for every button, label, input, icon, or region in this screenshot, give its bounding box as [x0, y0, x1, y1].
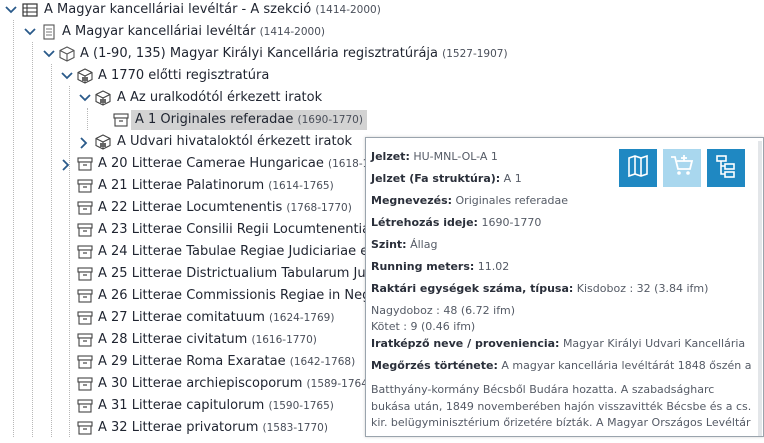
field-raktari-line3: Kötet : 9 (0.46 ifm) — [371, 320, 476, 333]
field-running-meters: Running meters: 11.02 — [371, 260, 510, 273]
map-book-button[interactable] — [619, 149, 657, 187]
tree-node-label: A 24 Litterae Tabulae Regiae Judiciariae… — [98, 244, 369, 259]
box-stack-icon — [77, 68, 93, 84]
archive-box-icon — [77, 310, 93, 326]
popup-scrollbar-thumb[interactable] — [758, 141, 762, 436]
field-iratkepzo: Iratképző neve / proveniencia: Magyar Ki… — [371, 337, 746, 350]
tree-guide-line — [51, 64, 52, 437]
field-letrehozas: Létrehozás ideje: 1690-1770 — [371, 216, 542, 229]
box-stack-icon — [95, 134, 111, 150]
tree-node-label: A 1 Originales referadae (1690-1770) — [131, 110, 367, 130]
field-szint: Szint: Állag — [371, 238, 438, 251]
chevron-down-icon[interactable] — [4, 0, 18, 20]
field-megnevezes: Megnevezés: Originales referadae — [371, 194, 568, 207]
document-icon — [41, 24, 57, 40]
detail-popup: Jelzet: HU-MNL-OL-A 1 Jelzet (Fa struktú… — [365, 137, 764, 437]
tree-node-label: A 1770 előtti regisztratúra — [98, 68, 270, 83]
archive-box-icon — [77, 178, 93, 194]
archive-box-icon — [77, 288, 93, 304]
archive-box-icon — [77, 420, 93, 436]
archive-box-icon — [77, 200, 93, 216]
archive-box-icon — [77, 332, 93, 348]
field-megorzes: Megőrzés története: A magyar kancellária… — [371, 359, 752, 372]
add-to-cart-icon — [669, 154, 695, 182]
chevron-down-icon[interactable] — [60, 66, 74, 86]
tree-node-label: A 26 Litterae Commissionis Regiae in Neg — [98, 288, 371, 303]
chevron-down-icon[interactable] — [78, 88, 92, 108]
chevron-down-icon[interactable] — [42, 44, 56, 64]
archive-box-icon — [77, 376, 93, 392]
tree-node-label: A Udvari hivataloktól érkezett iratok — [117, 134, 353, 149]
tree-node-label: A Magyar kancelláriai levéltár - A szekc… — [44, 2, 381, 17]
field-megorzes-line2: Batthyány-kormány Bécsből Budára hozatta… — [371, 383, 715, 396]
field-jelzet: Jelzet: HU-MNL-OL-A 1 — [371, 150, 498, 163]
archive-box-icon — [77, 156, 93, 172]
field-raktari-line2: Nagydoboz : 48 (6.72 ifm) — [371, 304, 516, 317]
table-list-icon — [22, 2, 38, 18]
tree-structure-button[interactable] — [707, 149, 745, 187]
tree-node-label: A 23 Litterae Consilii Regii Locumtenent… — [98, 222, 371, 237]
tree-node-label: A 27 Litterae comitatuum (1624-1769) — [98, 310, 335, 325]
tree-node-label: A (1-90, 135) Magyar Királyi Kancellária… — [80, 46, 508, 61]
tree-node-label: A Magyar kancelláriai levéltár (1414-200… — [62, 24, 326, 39]
archive-box-icon — [77, 354, 93, 370]
chevron-down-icon[interactable] — [23, 22, 37, 42]
archive-box-icon — [77, 398, 93, 414]
tree-node-label: A 32 Litterae privatorum (1583-1770) — [98, 420, 328, 435]
archive-box-icon — [77, 222, 93, 238]
cube-icon — [59, 46, 75, 62]
tree-node-label: A 29 Litterae Roma Exaratae (1642-1768) — [98, 354, 356, 369]
tree-node-label: A 28 Litterae civitatum (1616-1770) — [98, 332, 317, 347]
popup-scrollbar[interactable] — [757, 138, 763, 436]
tree-node-label: A 30 Litterae archiepiscoporum (1589-176… — [98, 376, 368, 391]
chevron-right-icon[interactable] — [78, 132, 92, 152]
field-megorzes-line4: kir. belügyminisztérium őrizetére bízták… — [371, 416, 751, 429]
field-megorzes-line3: bukása után, 1849 novemberében hajón vis… — [371, 400, 752, 413]
tree-node-label: A 31 Litterae capitulorum (1590-1765) — [98, 398, 334, 413]
add-to-cart-button[interactable] — [663, 149, 701, 187]
field-jelzet-fa: Jelzet (Fa struktúra): A 1 — [371, 172, 522, 185]
tree-node-label: A 22 Litterae Locumtenentis (1768-1770) — [98, 200, 352, 215]
box-stack-icon — [95, 90, 111, 106]
archive-box-icon — [113, 112, 129, 128]
tree-guide-line — [32, 42, 33, 437]
archive-box-icon — [77, 244, 93, 260]
map-book-icon — [626, 154, 650, 182]
tree-guide-line — [13, 20, 14, 437]
tree-node-label: A Az uralkodótól érkezett iratok — [117, 90, 323, 105]
tree-node-label: A 21 Litterae Palatinorum (1614-1765) — [98, 178, 334, 193]
chevron-right-icon[interactable] — [60, 154, 74, 174]
tree-guide-line — [69, 86, 70, 437]
tree-structure-icon — [714, 154, 738, 182]
field-raktari: Raktári egységek száma, típusa: Kisdoboz… — [371, 282, 709, 295]
archive-box-icon — [77, 266, 93, 282]
tree-guide-line — [87, 108, 88, 130]
tree-node-label: A 20 Litterae Camerae Hungaricae (1618-1… — [98, 156, 380, 171]
tree-node-label: A 25 Litterae Districtualium Tabularum J… — [98, 266, 374, 281]
